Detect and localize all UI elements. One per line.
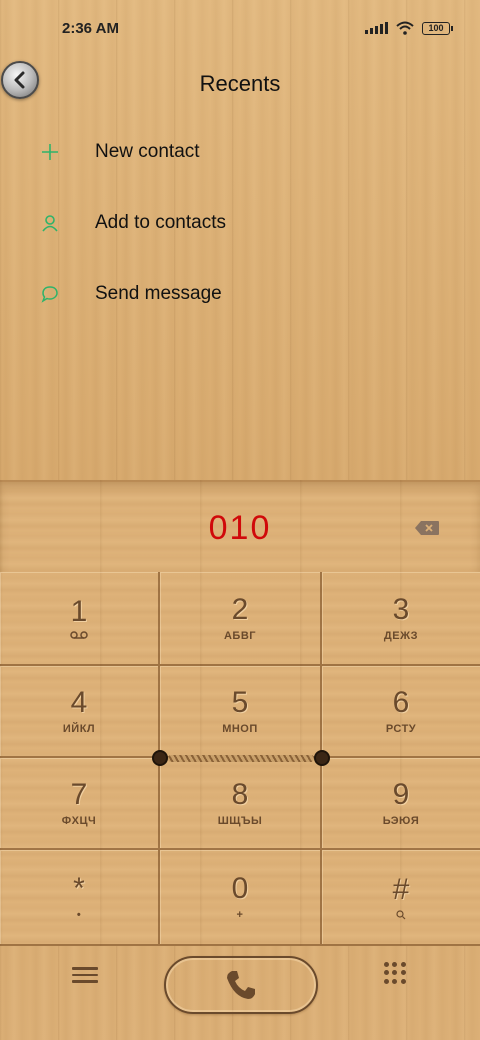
key-digit: 8 — [231, 778, 249, 811]
key-6[interactable]: 6 РСТУ — [322, 666, 480, 758]
key-digit: 4 — [70, 686, 88, 719]
menu-item-label: Send message — [95, 282, 222, 304]
status-time: 2:36 AM — [62, 19, 119, 37]
key-digit: 9 — [392, 778, 410, 811]
key-3[interactable]: 3 ДЕЖЗ — [322, 572, 480, 666]
status-icons: 100 — [365, 21, 453, 35]
send-message-item[interactable]: Send message — [0, 258, 480, 329]
key-4[interactable]: 4 ИЙКЛ — [0, 666, 160, 758]
key-digit: 1 — [70, 595, 88, 628]
dialpad-toggle-button[interactable] — [384, 962, 406, 984]
phone-icon — [227, 971, 255, 999]
menu-icon — [72, 967, 98, 970]
dialed-number[interactable]: 010 — [209, 509, 272, 548]
key-letters: • — [76, 909, 82, 921]
rope-knot-left — [152, 750, 168, 766]
back-button[interactable] — [1, 61, 39, 99]
signal-icon — [365, 22, 388, 34]
add-to-contacts-item[interactable]: Add to contacts — [0, 187, 480, 258]
search-icon — [396, 910, 406, 920]
key-digit: 7 — [70, 778, 88, 811]
key-letters: ШЩЪЫ — [217, 815, 263, 827]
key-digit: * — [73, 872, 85, 905]
backspace-icon[interactable] — [414, 520, 440, 536]
key-digit: 6 — [392, 686, 410, 719]
recents-menu: New contact Add to contacts Send message — [0, 116, 480, 478]
key-letters: ЬЭЮЯ — [382, 815, 420, 827]
voicemail-icon — [70, 631, 88, 639]
key-letters: ИЙКЛ — [62, 723, 96, 735]
message-icon — [38, 282, 62, 306]
key-0[interactable]: 0 + — [160, 850, 322, 946]
new-contact-item[interactable]: New contact — [0, 116, 480, 187]
rope-body — [168, 754, 314, 762]
key-1[interactable]: 1 — [0, 572, 160, 666]
menu-item-label: New contact — [95, 140, 200, 162]
rope-decoration — [152, 750, 330, 766]
plus-icon — [38, 140, 62, 164]
key-letters: РСТУ — [385, 723, 417, 735]
chevron-left-icon — [14, 71, 25, 89]
battery-icon: 100 — [422, 21, 453, 35]
key-7[interactable]: 7 ФХЦЧ — [0, 758, 160, 850]
page-title: Recents — [199, 71, 281, 96]
key-5[interactable]: 5 МНОП — [160, 666, 322, 758]
key-digit: 3 — [392, 593, 410, 626]
key-digit: 5 — [231, 686, 249, 719]
bottom-bar — [0, 946, 480, 1040]
key-letters: ФХЦЧ — [61, 815, 97, 827]
key-8[interactable]: 8 ШЩЪЫ — [160, 758, 322, 850]
key-letters: ДЕЖЗ — [383, 630, 419, 642]
dial-display: 010 — [0, 480, 480, 574]
key-letters: АБВГ — [223, 630, 257, 642]
key-star[interactable]: * • — [0, 850, 160, 946]
rope-knot-right — [314, 750, 330, 766]
key-letters: + — [236, 909, 244, 921]
key-digit: # — [392, 873, 410, 906]
dialpad-icon — [384, 962, 389, 967]
key-letters: МНОП — [222, 723, 258, 735]
call-button[interactable] — [164, 956, 318, 1014]
key-9[interactable]: 9 ЬЭЮЯ — [322, 758, 480, 850]
key-digit: 0 — [231, 872, 249, 905]
menu-button[interactable] — [72, 962, 98, 988]
wifi-icon — [396, 21, 414, 35]
key-hash[interactable]: # — [322, 850, 480, 946]
key-digit: 2 — [231, 593, 249, 626]
header: Recents — [0, 56, 480, 112]
person-icon — [38, 211, 62, 235]
menu-item-label: Add to contacts — [95, 211, 226, 233]
key-2[interactable]: 2 АБВГ — [160, 572, 322, 666]
status-bar: 2:36 AM 100 — [0, 0, 480, 56]
